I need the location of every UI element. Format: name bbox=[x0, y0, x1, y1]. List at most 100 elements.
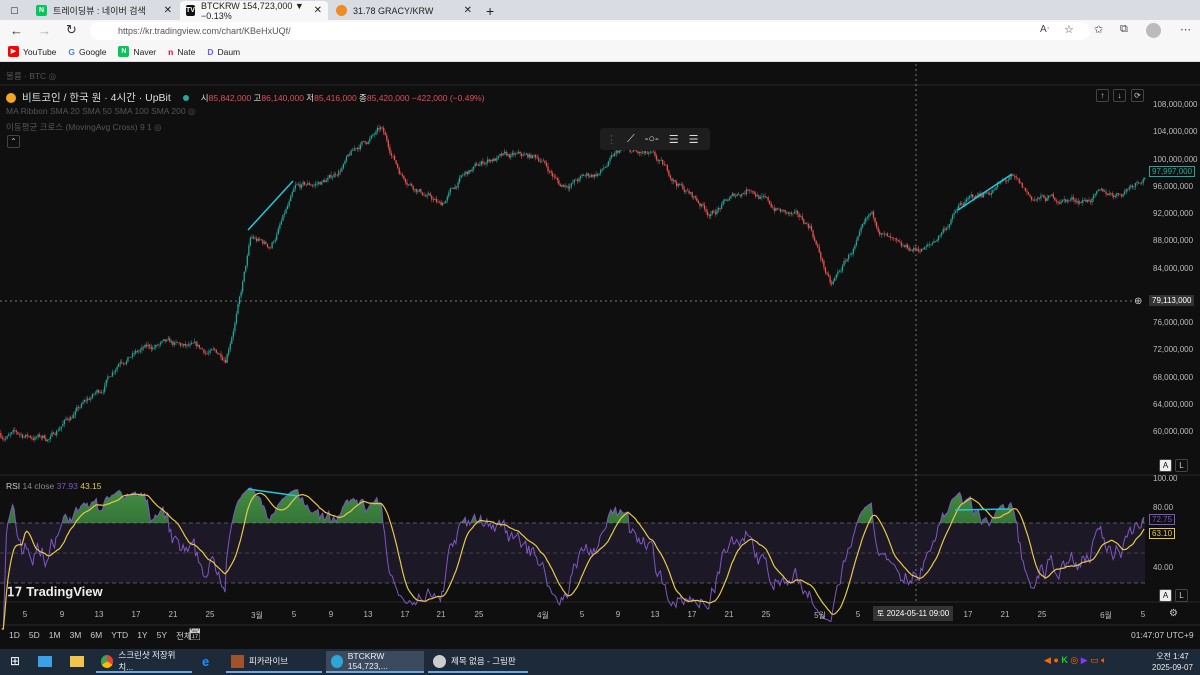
candle bbox=[63, 419, 66, 424]
candle bbox=[43, 435, 45, 439]
date-range-icon[interactable]: 📅︎ bbox=[188, 628, 202, 641]
price-axis-label: 76,000,000 bbox=[1153, 318, 1194, 327]
candle bbox=[335, 174, 337, 175]
time-axis-label: 5 bbox=[1140, 610, 1146, 619]
candle bbox=[415, 188, 417, 193]
candle bbox=[66, 418, 69, 420]
candle bbox=[505, 151, 507, 156]
candle bbox=[186, 344, 188, 346]
taskbar-item-chrome[interactable]: 스크린샷 저장위치... bbox=[96, 650, 192, 673]
candle bbox=[569, 186, 571, 189]
candle bbox=[6, 436, 8, 439]
rsi-legend[interactable]: RSI 14 close 37.93 43.15 bbox=[6, 481, 102, 491]
candle bbox=[173, 342, 176, 345]
candle bbox=[277, 228, 279, 235]
range-button[interactable]: 1Y bbox=[137, 630, 147, 642]
candle bbox=[727, 200, 729, 202]
change-value: −422,000 (−0.49%) bbox=[411, 92, 485, 103]
taskbar-item-edge[interactable]: BTCKRW 154,723,... bbox=[326, 651, 424, 673]
reset-button[interactable]: ⟳ bbox=[1131, 89, 1144, 102]
eye-hidden-icon[interactable]: ◎ bbox=[188, 106, 195, 116]
candle bbox=[615, 150, 617, 154]
explorer-icon[interactable] bbox=[70, 656, 84, 667]
candle bbox=[508, 154, 510, 158]
candle bbox=[263, 241, 265, 244]
horizontal-line-tool-icon[interactable]: -○- bbox=[645, 133, 659, 145]
candle bbox=[142, 347, 145, 348]
volume-legend[interactable]: 볼륨 · BTC ◎ bbox=[6, 70, 56, 82]
range-button[interactable]: 1D bbox=[9, 630, 20, 642]
candle bbox=[417, 191, 419, 193]
candle bbox=[710, 214, 712, 217]
scroll-up-button[interactable]: ↑ bbox=[1096, 89, 1109, 102]
eye-hidden-icon[interactable]: ◎ bbox=[49, 71, 56, 81]
trendline-tool-icon[interactable]: ⟋ bbox=[627, 133, 635, 146]
candle bbox=[342, 163, 345, 169]
close-value: 85,420,000 bbox=[366, 92, 410, 103]
candle bbox=[462, 174, 464, 176]
trendline-drawing bbox=[247, 180, 294, 231]
rsi-ma-last-label: 63.10 bbox=[1149, 528, 1176, 539]
candle bbox=[531, 155, 534, 159]
candle bbox=[257, 238, 259, 241]
candle bbox=[359, 144, 362, 149]
candle bbox=[765, 197, 768, 198]
log-scale-button[interactable]: L bbox=[1175, 459, 1188, 472]
tradingview-logo[interactable]: 𝟣𝟩 TradingView bbox=[7, 584, 103, 599]
settings-sliders-icon[interactable]: ☰ bbox=[689, 133, 699, 146]
rsi-trendline-drawing bbox=[954, 508, 1011, 511]
scroll-down-button[interactable]: ↓ bbox=[1113, 89, 1126, 102]
candle bbox=[184, 343, 186, 346]
candle bbox=[758, 195, 760, 199]
candle bbox=[779, 209, 782, 212]
start-icon[interactable]: ⊞ bbox=[10, 654, 20, 668]
ie-icon[interactable]: e bbox=[202, 654, 209, 669]
candle bbox=[166, 339, 168, 342]
range-button[interactable]: YTD bbox=[111, 630, 128, 642]
range-button[interactable]: 1M bbox=[49, 630, 61, 642]
candle bbox=[748, 190, 751, 192]
desktop-icon[interactable] bbox=[38, 656, 52, 667]
eye-hidden-icon[interactable]: ◎ bbox=[154, 122, 161, 132]
clock-timezone[interactable]: 01:47:07 UTC+9 bbox=[1131, 630, 1194, 640]
candle bbox=[159, 342, 162, 345]
candle bbox=[837, 271, 839, 275]
time-axis-settings-icon[interactable]: ⚙ bbox=[1169, 608, 1178, 619]
candle bbox=[212, 348, 214, 350]
candle bbox=[942, 229, 944, 233]
candle bbox=[767, 197, 769, 201]
range-button[interactable]: 5D bbox=[29, 630, 40, 642]
ma-ribbon-legend[interactable]: MA Ribbon SMA 20 SMA 50 SMA 100 SMA 200 … bbox=[6, 106, 195, 117]
collapse-legend-button[interactable]: ⌃ bbox=[7, 135, 20, 148]
add-alert-icon[interactable]: ⊕ bbox=[1134, 296, 1142, 307]
candle bbox=[240, 291, 242, 297]
candle bbox=[499, 153, 501, 156]
candle bbox=[3, 438, 5, 440]
time-axis-label: 21 bbox=[724, 610, 734, 619]
candle bbox=[215, 349, 217, 353]
auto-scale-button[interactable]: A bbox=[1159, 459, 1172, 472]
settings-lines-icon[interactable]: ☰ bbox=[669, 133, 679, 146]
range-button[interactable]: 3M bbox=[70, 630, 82, 642]
candle bbox=[753, 191, 755, 194]
symbol-legend[interactable]: 비트코인 / 한국 원 · 4시간 · UpBit 시85,842,000 고8… bbox=[6, 90, 485, 105]
candle bbox=[663, 164, 665, 166]
rsi-auto-scale-button[interactable]: A bbox=[1159, 589, 1172, 602]
drag-handle-icon[interactable]: ⋮ bbox=[606, 133, 617, 146]
candle bbox=[548, 171, 551, 172]
system-clock[interactable]: 오전 1:47 2025-09-07 bbox=[1152, 651, 1193, 673]
candle bbox=[82, 402, 84, 404]
candle bbox=[198, 344, 200, 348]
candle bbox=[1035, 199, 1037, 201]
candle bbox=[875, 222, 878, 228]
taskbar-item-picalive[interactable]: 피카라이브 bbox=[226, 651, 322, 673]
range-button[interactable]: 5Y bbox=[157, 630, 167, 642]
candle bbox=[65, 418, 67, 420]
range-button[interactable]: 6M bbox=[90, 630, 102, 642]
rsi-log-scale-button[interactable]: L bbox=[1175, 589, 1188, 602]
candle bbox=[967, 197, 969, 200]
low-label: 저 bbox=[306, 92, 315, 103]
tray-icons[interactable]: ◀ ● K ◎ ▶ ▭ 🔈︎ bbox=[1044, 655, 1107, 666]
ma-cross-legend[interactable]: 이동평균 크로스 (MovingAvg Cross) 9 1 ◎ bbox=[6, 121, 162, 133]
taskbar-item-paint[interactable]: 제목 없음 - 그림판 bbox=[428, 651, 528, 673]
